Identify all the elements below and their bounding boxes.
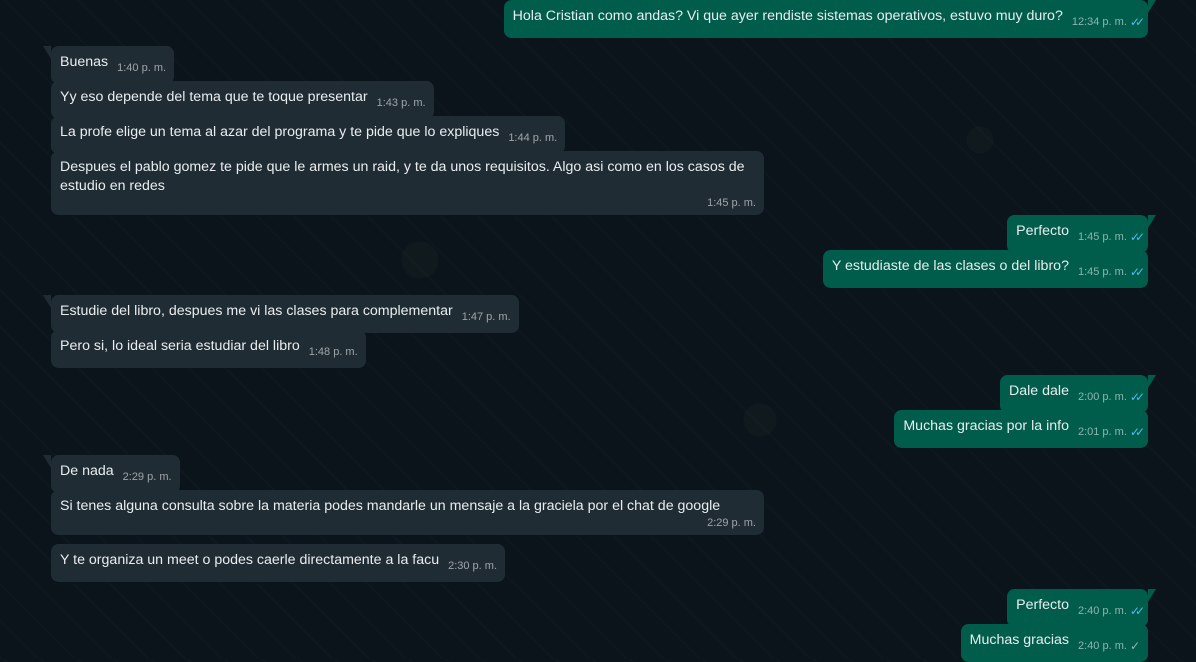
double-check-read-icon: ✓✓ [1129,604,1145,618]
message-text: Hola Cristian como andas? Vi que ayer re… [512,8,1063,24]
message-time: 1:45 p. m. [1077,231,1127,243]
message-meta: 1:45 p. m. ✓✓ [1077,262,1145,282]
message-time: 2:30 p. m. [448,560,498,572]
double-check-read-icon: ✓✓ [1129,265,1145,279]
message-outgoing[interactable]: Perfecto 1:45 p. m. ✓✓ [1007,215,1156,253]
message-meta: 2:40 p. m. ✓ [1078,636,1140,656]
message-time: 2:40 p. m. [1077,605,1127,617]
message-text: Muchas gracias [969,632,1070,648]
message-outgoing[interactable]: Muchas gracias 2:40 p. m. ✓ [960,624,1148,662]
message-text: Y te organiza un meet o podes caerle dir… [60,552,440,568]
message-time: 1:45 p. m. [1077,266,1127,278]
message-incoming[interactable]: Estudie del libro, despues me vi las cla… [43,295,519,333]
message-outgoing[interactable]: Perfecto 2:40 p. m. ✓✓ [1007,589,1156,627]
message-time: 1:47 p. m. [461,311,511,323]
message-outgoing[interactable]: Hola Cristian como andas? Vi que ayer re… [503,0,1157,38]
message-incoming[interactable]: Yy eso depende del tema que te toque pre… [51,81,434,119]
double-check-read-icon: ✓✓ [1129,15,1145,29]
message-text: Perfecto [1016,223,1069,239]
message-text: Estudie del libro, despues me vi las cla… [60,303,453,319]
message-text: Buenas [60,54,109,70]
message-text: Muchas gracias por la info [903,418,1069,434]
message-meta: 12:34 p. m. ✓✓ [1071,12,1145,32]
message-text: Perfecto [1016,597,1069,613]
message-time: 1:45 p. m. [707,197,756,209]
message-time: 2:29 p. m. [122,471,172,483]
message-time: 12:34 p. m. [1071,16,1127,28]
message-text: Dale dale [1009,383,1069,399]
message-incoming[interactable]: Buenas 1:40 p. m. [42,46,175,84]
message-outgoing[interactable]: Muchas gracias por la info 2:01 p. m. ✓✓ [894,410,1148,448]
message-meta: 1:45 p. m. ✓✓ [1077,227,1145,247]
message-outgoing[interactable]: Dale dale 2:00 p. m. ✓✓ [1000,375,1156,413]
message-text: De nada [60,463,114,479]
message-time: 1:44 p. m. [508,132,558,144]
message-time: 2:00 p. m. [1077,391,1127,403]
message-time: 2:29 p. m. [707,517,756,529]
message-text: Despues el pablo gomez te pide que le ar… [60,159,745,194]
message-time: 1:40 p. m. [117,62,167,74]
message-time: 2:01 p. m. [1077,426,1127,438]
message-text: Y estudiaste de las clases o del libro? [831,258,1069,274]
message-time: 2:40 p. m. [1078,640,1127,652]
double-check-read-icon: ✓✓ [1129,230,1145,244]
double-check-read-icon: ✓✓ [1129,425,1145,439]
message-incoming[interactable]: Y te organiza un meet o podes caerle dir… [51,544,506,582]
message-meta: 2:00 p. m. ✓✓ [1077,387,1145,407]
double-check-read-icon: ✓✓ [1129,390,1145,404]
message-text: Si tenes alguna consulta sobre la materi… [60,498,721,514]
message-incoming[interactable]: Si tenes alguna consulta sobre la materi… [51,490,764,535]
message-incoming[interactable]: Pero si, lo ideal seria estudiar del lib… [51,330,366,368]
message-time: 1:48 p. m. [308,346,358,358]
chat-message-area[interactable]: Hola Cristian como andas? Vi que ayer re… [0,0,1196,662]
message-time: 1:43 p. m. [376,97,426,109]
message-meta: 2:40 p. m. ✓✓ [1077,601,1145,621]
message-incoming[interactable]: La profe elige un tema al azar del progr… [51,116,566,154]
single-check-icon: ✓ [1129,639,1140,653]
message-text: Pero si, lo ideal seria estudiar del lib… [60,338,300,354]
message-incoming[interactable]: Despues el pablo gomez te pide que le ar… [51,151,764,215]
message-incoming[interactable]: De nada 2:29 p. m. [43,455,180,493]
message-text: Yy eso depende del tema que te toque pre… [60,89,368,105]
message-meta: 2:01 p. m. ✓✓ [1077,422,1145,442]
message-text: La profe elige un tema al azar del progr… [60,124,500,140]
message-outgoing[interactable]: Y estudiaste de las clases o del libro? 1… [822,250,1148,288]
